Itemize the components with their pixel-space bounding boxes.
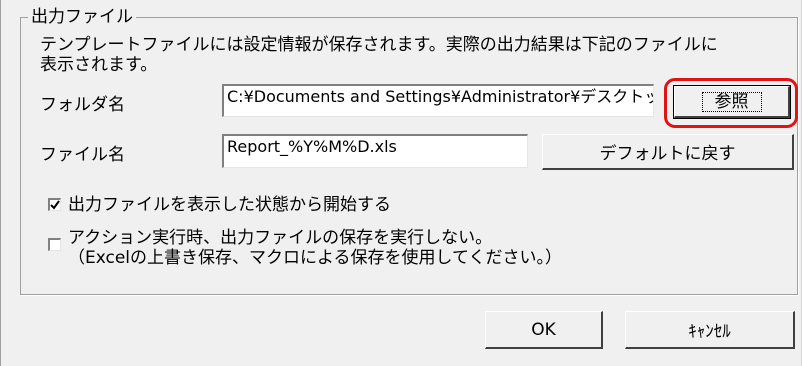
no-save-checkbox[interactable]: [48, 238, 61, 251]
reset-default-button[interactable]: デフォルトに戻す: [542, 134, 794, 170]
dialog: 出力ファイル テンプレートファイルには設定情報が保存されます。実際の出力結果は下…: [0, 0, 802, 366]
description-line-1: テンプレートファイルには設定情報が保存されます。実際の出力結果は下記のファイルに: [40, 35, 718, 55]
open-output-checkbox[interactable]: [48, 198, 61, 211]
no-save-label-line-2: （Excelの上書き保存、マクロによる保存を使用してください。）: [68, 248, 563, 268]
file-name-field[interactable]: Report_%Y%M%D.xls: [222, 134, 528, 168]
dialog-left-edge: [0, 0, 1, 366]
group-description: テンプレートファイルには設定情報が保存されます。実際の出力結果は下記のファイルに…: [40, 35, 740, 75]
group-title: 出力ファイル: [28, 7, 136, 27]
description-line-2: 表示されます。: [40, 55, 158, 75]
checkmark-icon: [50, 200, 60, 210]
file-label: ファイル名: [40, 145, 125, 165]
ok-button-label: OK: [531, 319, 556, 340]
ok-button[interactable]: OK: [485, 311, 603, 349]
browse-highlight-annotation: [664, 78, 798, 128]
cancel-button-label: ｷｬﾝｾﾙ: [688, 322, 731, 342]
cancel-button[interactable]: ｷｬﾝｾﾙ: [625, 311, 795, 349]
folder-label: フォルダ名: [40, 95, 125, 115]
folder-path-field[interactable]: C:¥Documents and Settings¥Administrator¥…: [222, 84, 654, 117]
no-save-label[interactable]: アクション実行時、出力ファイルの保存を実行しない。 （Excelの上書き保存、マ…: [68, 228, 562, 268]
reset-default-label: デフォルトに戻す: [599, 144, 736, 164]
open-output-label[interactable]: 出力ファイルを表示した状態から開始する: [68, 195, 391, 215]
no-save-label-line-1: アクション実行時、出力ファイルの保存を実行しない。: [68, 228, 493, 248]
